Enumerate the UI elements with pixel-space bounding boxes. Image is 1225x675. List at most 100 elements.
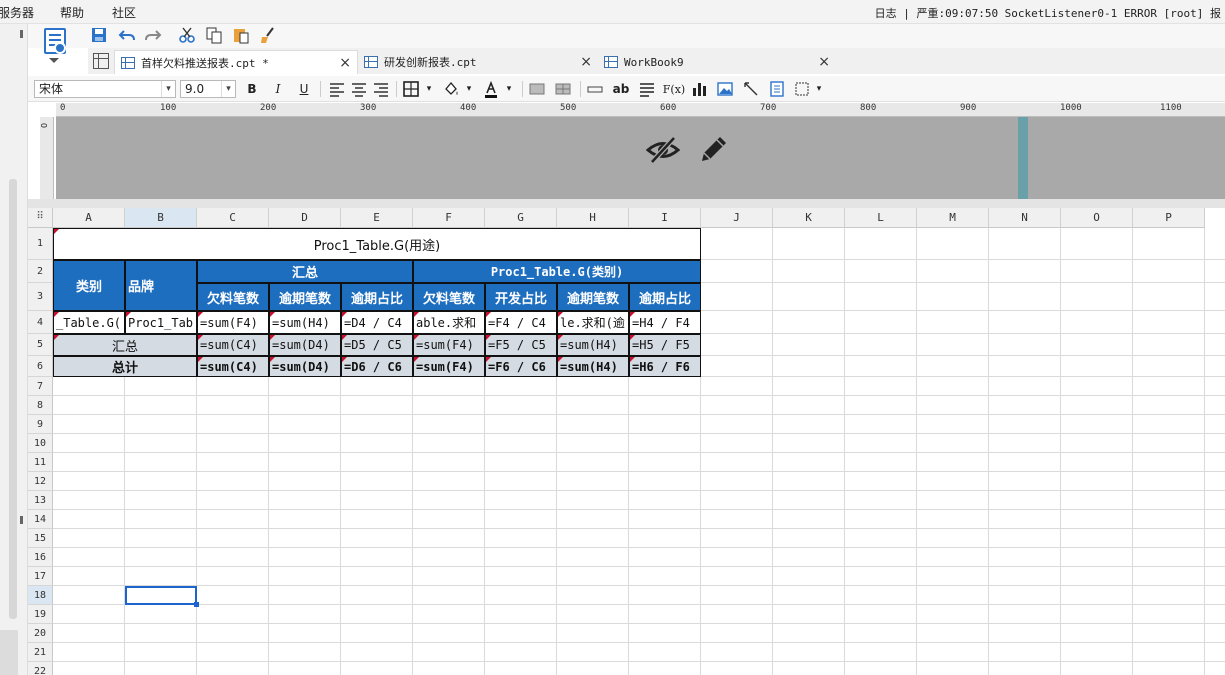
total-cell[interactable]: =sum(D4)	[269, 356, 341, 377]
cut-icon[interactable]	[178, 26, 196, 44]
column-header-l[interactable]: L	[845, 208, 917, 228]
pencil-icon[interactable]	[696, 133, 730, 167]
underline-button[interactable]: U	[295, 79, 313, 99]
copy-icon[interactable]	[205, 26, 223, 44]
row-header-10[interactable]: 10	[28, 434, 53, 453]
row-header-15[interactable]: 15	[28, 529, 53, 548]
row-header-6[interactable]: 6	[28, 356, 53, 377]
column-header-i[interactable]: I	[629, 208, 701, 228]
left-scrollbar-thumb[interactable]	[9, 179, 17, 619]
collapse-marker[interactable]	[20, 30, 23, 38]
subheader-cell[interactable]: 开发占比	[485, 283, 557, 311]
report-title-cell[interactable]: Proc1_Table.G(用途)	[53, 228, 701, 260]
insert-text-icon[interactable]	[586, 79, 604, 99]
data-cell[interactable]: =F4 / C4	[485, 311, 557, 334]
data-cell[interactable]: _Table.G(	[53, 311, 125, 334]
close-icon[interactable]: ×	[580, 54, 592, 70]
column-header-b[interactable]: B	[125, 208, 197, 228]
log-status-text[interactable]: 日志 | 严重:09:07:50 SocketListener0-1 ERROR…	[875, 5, 1221, 21]
align-center-icon[interactable]	[350, 79, 368, 99]
insert-formula-button[interactable]: F(x)	[662, 79, 686, 99]
column-header-f[interactable]: F	[413, 208, 485, 228]
insert-string-button[interactable]: ab	[612, 79, 630, 99]
total-cell[interactable]: =sum(F4)	[413, 356, 485, 377]
tab-workbook9[interactable]: WorkBook9 ×	[598, 50, 836, 74]
data-cell[interactable]: =sum(F4)	[197, 311, 269, 334]
chevron-down-icon[interactable]: ▾	[420, 79, 438, 99]
row-header-3[interactable]: 3	[28, 283, 53, 311]
chevron-down-icon[interactable]: ▾	[500, 79, 518, 99]
close-icon[interactable]: ×	[818, 54, 830, 70]
subtotal-cell[interactable]: =F5 / C5	[485, 334, 557, 356]
align-left-icon[interactable]	[328, 79, 346, 99]
header-summary-group-cell[interactable]: 汇总	[197, 260, 413, 283]
header-brand-cell[interactable]: 品牌	[125, 260, 197, 311]
row-header-11[interactable]: 11	[28, 453, 53, 472]
row-header-22[interactable]: 22	[28, 662, 53, 675]
paste-icon[interactable]	[232, 26, 250, 44]
row-header-18[interactable]: 18	[28, 586, 53, 605]
column-header-m[interactable]: M	[917, 208, 989, 228]
row-header-14[interactable]: 14	[28, 510, 53, 529]
header-category-cell[interactable]: 类别	[53, 260, 125, 311]
data-cell[interactable]: Proc1_Tab	[125, 311, 197, 334]
data-cell[interactable]: =H4 / F4	[629, 311, 701, 334]
subheader-cell[interactable]: 逾期占比	[341, 283, 413, 311]
row-header-9[interactable]: 9	[28, 415, 53, 434]
fill-handle[interactable]	[194, 602, 199, 607]
row-header-13[interactable]: 13	[28, 491, 53, 510]
column-header-n[interactable]: N	[989, 208, 1061, 228]
subtotal-cell[interactable]: =H5 / F5	[629, 334, 701, 356]
cell-grid-icon[interactable]	[93, 53, 109, 69]
insert-subreport-icon[interactable]	[768, 79, 786, 99]
menu-help[interactable]: 帮助	[60, 4, 84, 21]
insert-image-icon[interactable]	[716, 79, 734, 99]
column-header-c[interactable]: C	[197, 208, 269, 228]
insert-paragraph-icon[interactable]	[638, 79, 656, 99]
row-header-21[interactable]: 21	[28, 643, 53, 662]
font-name-select[interactable]: 宋体 ▾	[34, 80, 176, 98]
select-all-corner[interactable]: ⠿	[28, 208, 53, 228]
insert-chart-icon[interactable]	[690, 79, 708, 99]
insert-slash-icon[interactable]	[742, 79, 760, 99]
tab-report-main[interactable]: 首样欠料推送报表.cpt * ×	[114, 50, 358, 74]
close-icon[interactable]: ×	[339, 55, 351, 71]
font-size-select[interactable]: 9.0 ▾	[180, 80, 236, 98]
selected-cell[interactable]	[125, 586, 199, 607]
column-header-g[interactable]: G	[485, 208, 557, 228]
splitter-marker[interactable]	[20, 516, 23, 524]
column-header-a[interactable]: A	[53, 208, 125, 228]
italic-button[interactable]: I	[269, 79, 287, 99]
header-category-group-cell[interactable]: Proc1_Table.G(类别)	[413, 260, 701, 283]
row-header-20[interactable]: 20	[28, 624, 53, 643]
eye-slash-icon[interactable]	[646, 133, 680, 167]
subtotal-cell[interactable]: =sum(D4)	[269, 334, 341, 356]
data-cell[interactable]: =sum(H4)	[269, 311, 341, 334]
row-header-12[interactable]: 12	[28, 472, 53, 491]
chevron-down-icon[interactable]: ▾	[221, 81, 235, 97]
subheader-cell[interactable]: 欠料笔数	[197, 283, 269, 311]
row-header-17[interactable]: 17	[28, 567, 53, 586]
data-cell[interactable]: =D4 / C4	[341, 311, 413, 334]
menu-server[interactable]: 服务器	[0, 4, 34, 21]
row-header-8[interactable]: 8	[28, 396, 53, 415]
menu-community[interactable]: 社区	[112, 4, 136, 21]
column-header-h[interactable]: H	[557, 208, 629, 228]
save-icon[interactable]	[90, 26, 108, 44]
total-label-cell[interactable]: 总计	[53, 356, 197, 377]
column-header-j[interactable]: J	[701, 208, 773, 228]
subtotal-cell[interactable]: =sum(F4)	[413, 334, 485, 356]
border-icon[interactable]	[402, 79, 420, 99]
subheader-cell[interactable]: 逾期占比	[629, 283, 701, 311]
total-cell[interactable]: =F6 / C6	[485, 356, 557, 377]
bold-button[interactable]: B	[243, 79, 261, 99]
chevron-down-icon[interactable]: ▾	[810, 79, 828, 99]
tab-report-rd[interactable]: 研发创新报表.cpt ×	[358, 50, 598, 74]
column-header-p[interactable]: P	[1133, 208, 1205, 228]
row-header-2[interactable]: 2	[28, 260, 53, 283]
subheader-cell[interactable]: 逾期笔数	[269, 283, 341, 311]
column-header-e[interactable]: E	[341, 208, 413, 228]
page-boundary-bar[interactable]	[1018, 117, 1028, 199]
subheader-cell[interactable]: 欠料笔数	[413, 283, 485, 311]
template-menu-icon[interactable]	[40, 28, 70, 66]
